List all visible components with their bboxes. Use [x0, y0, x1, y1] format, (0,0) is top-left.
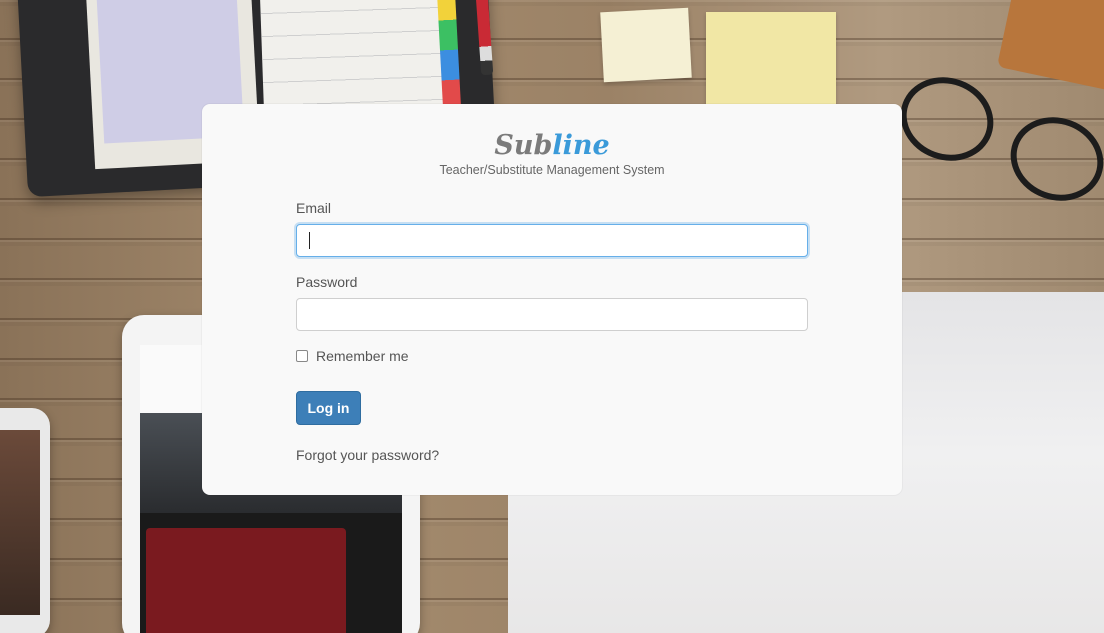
tablet-red-panel-image: [146, 528, 346, 633]
desk-background: Subline Teacher/Substitute Management Sy…: [0, 0, 1104, 633]
email-label: Email: [296, 200, 332, 216]
forgot-password-link[interactable]: Forgot your password?: [296, 447, 439, 463]
remember-me-checkbox[interactable]: [296, 350, 308, 362]
login-button[interactable]: Log in: [296, 391, 361, 425]
text-caret: [309, 232, 310, 249]
logo-text-sub: Sub: [494, 130, 553, 161]
password-field[interactable]: [296, 298, 808, 331]
app-subtitle: Teacher/Substitute Management System: [439, 163, 665, 177]
sticky-note-image: [600, 7, 692, 83]
login-card: Subline Teacher/Substitute Management Sy…: [202, 104, 902, 495]
password-label: Password: [296, 274, 358, 290]
phone-screen-image: [0, 430, 40, 615]
notebook-image: [996, 0, 1104, 92]
glasses-image: [888, 64, 1006, 174]
subline-logo: Subline: [202, 130, 902, 162]
glasses-image: [998, 104, 1104, 214]
logo-text-line: line: [552, 130, 610, 161]
remember-me-label[interactable]: Remember me: [316, 348, 409, 364]
email-field[interactable]: [296, 224, 808, 257]
